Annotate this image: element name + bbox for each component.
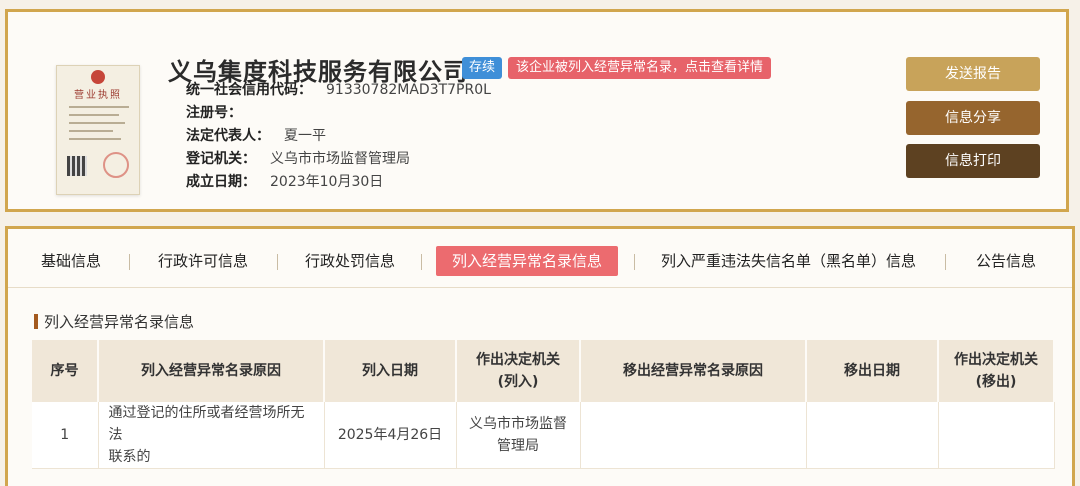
print-info-button[interactable]: 信息打印 [906, 144, 1040, 178]
tab-separator [634, 254, 635, 270]
column-header-listing-date: 列入日期 [324, 340, 457, 402]
tab-basic-info[interactable]: 基础信息 [41, 246, 101, 276]
license-text-line [69, 106, 129, 108]
tabs-divider [8, 287, 1072, 288]
info-tabs: 基础信息 行政许可信息 行政处罚信息 列入经营异常名录信息 列入严重违法失信名单… [8, 229, 1072, 289]
tab-separator [129, 254, 130, 270]
legal-representative-label: 法定代表人： [186, 128, 270, 144]
credit-code-value: 91330782MAD3T7PR0L [326, 82, 491, 98]
registration-authority-value: 义乌市市场监督管理局 [270, 151, 410, 167]
official-stamp-icon [103, 152, 129, 178]
credit-code-label: 统一社会信用代码： [186, 82, 312, 98]
abnormal-list-table: 序号 列入经营异常名录原因 列入日期 作出决定机关 (列入) 移出经营异常名录原因… [32, 340, 1055, 469]
license-text-line [69, 138, 121, 140]
national-emblem-icon [91, 70, 105, 84]
establishment-date-label: 成立日期： [186, 174, 256, 190]
tab-serious-violation-blacklist[interactable]: 列入严重违法失信名单（黑名单）信息 [661, 246, 916, 276]
column-header-listing-authority: 作出决定机关 (列入) [456, 340, 581, 402]
establishment-date-row: 成立日期： 2023年10月30日 [186, 171, 383, 191]
send-report-button[interactable]: 发送报告 [906, 57, 1040, 91]
share-info-button[interactable]: 信息分享 [906, 101, 1040, 135]
tab-separator [421, 254, 422, 270]
credit-code-row: 统一社会信用代码： 91330782MAD3T7PR0L [186, 79, 491, 99]
details-panel: 基础信息 行政许可信息 行政处罚信息 列入经营异常名录信息 列入严重违法失信名单… [5, 226, 1075, 486]
table-row: 1 通过登记的住所或者经营场所无法 联系的 2025年4月26日 义乌市市场监督管… [32, 402, 1055, 469]
column-header-removal-authority: 作出决定机关 (移出) [938, 340, 1055, 402]
registration-authority-label: 登记机关： [186, 151, 256, 167]
column-header-removal-date: 移出日期 [806, 340, 939, 402]
section-title-text: 列入经营异常名录信息 [44, 313, 195, 331]
cell-index: 1 [32, 402, 99, 469]
tab-abnormal-operation-list[interactable]: 列入经营异常名录信息 [436, 246, 619, 276]
section-title: 列入经营异常名录信息 [34, 311, 194, 332]
qr-code-icon [67, 156, 87, 176]
registration-number-label: 注册号： [186, 105, 242, 121]
tab-administrative-penalty[interactable]: 行政处罚信息 [305, 246, 395, 276]
cell-listing-date: 2025年4月26日 [324, 402, 457, 469]
table-header-row: 序号 列入经营异常名录原因 列入日期 作出决定机关 (列入) 移出经营异常名录原因… [32, 340, 1055, 402]
cell-removal-reason [580, 402, 807, 469]
registration-authority-row: 登记机关： 义乌市市场监督管理局 [186, 148, 410, 168]
company-card: 营业执照 义乌集度科技服务有限公司 存续 该企业被列入经营异常名录，点击查看详情… [5, 9, 1069, 212]
tab-administrative-license[interactable]: 行政许可信息 [158, 246, 248, 276]
tab-separator [945, 254, 946, 270]
registration-number-row: 注册号： [186, 102, 256, 122]
business-license-image[interactable]: 营业执照 [56, 65, 140, 195]
column-header-removal-reason: 移出经营异常名录原因 [580, 340, 807, 402]
establishment-date-value: 2023年10月30日 [270, 174, 384, 190]
license-text-line [69, 130, 113, 132]
tab-announcements[interactable]: 公告信息 [976, 246, 1036, 276]
cell-removal-authority [938, 402, 1055, 469]
license-text-line [69, 114, 119, 116]
license-title: 营业执照 [74, 90, 122, 101]
tab-separator [277, 254, 278, 270]
legal-representative-value: 夏一平 [284, 128, 326, 144]
legal-representative-row: 法定代表人： 夏一平 [186, 125, 326, 145]
cell-removal-date [806, 402, 939, 469]
column-header-index: 序号 [32, 340, 99, 402]
column-header-listing-reason: 列入经营异常名录原因 [98, 340, 325, 402]
section-title-marker [34, 314, 38, 329]
status-badge: 存续 [462, 57, 503, 79]
cell-listing-reason: 通过登记的住所或者经营场所无法 联系的 [98, 402, 325, 469]
license-text-line [69, 122, 125, 124]
cell-listing-authority: 义乌市市场监督 管理局 [456, 402, 581, 469]
abnormal-list-warning-badge[interactable]: 该企业被列入经营异常名录，点击查看详情 [508, 57, 772, 79]
